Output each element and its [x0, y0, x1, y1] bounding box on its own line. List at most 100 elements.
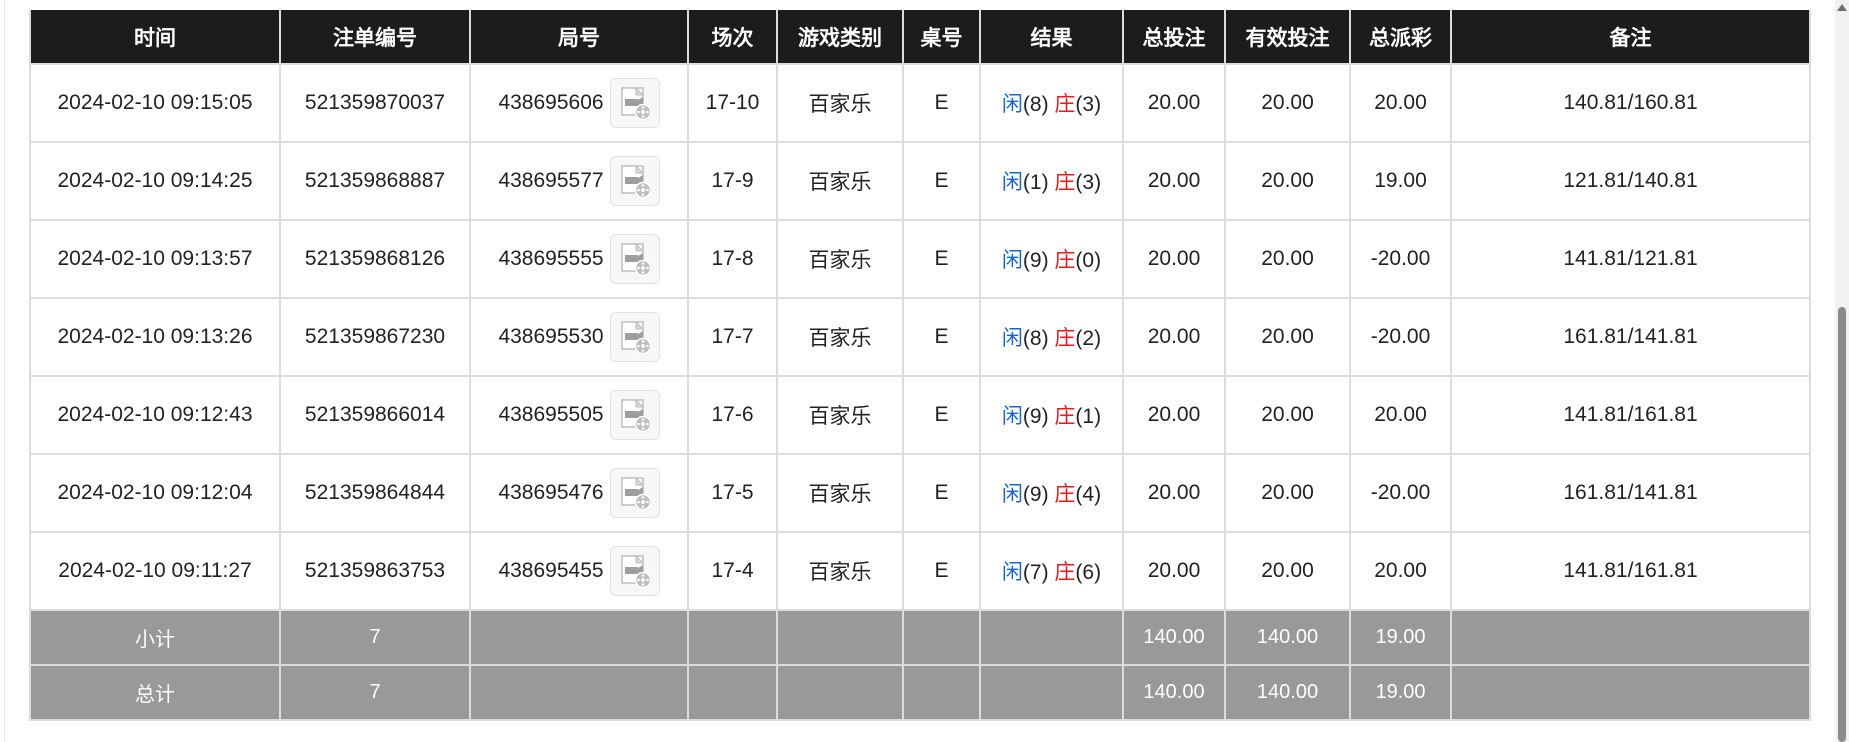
summary-empty-cell — [469, 664, 689, 721]
video-replay-icon[interactable] — [609, 468, 660, 518]
banker-label: 庄 — [1054, 170, 1076, 194]
valid-bet: 20.00 — [1224, 297, 1351, 377]
bet-time: 2024-02-10 09:12:04 — [29, 453, 281, 533]
total-bet: 20.00 — [1122, 453, 1226, 533]
result-cell: 闲(9) 庄(4) — [979, 453, 1124, 533]
player-score: (8) — [1022, 327, 1049, 350]
grand-total-count: 7 — [279, 664, 471, 721]
table-row: 2024-02-10 09:12:43 521359866014 438695505… — [29, 375, 1811, 455]
valid-bet: 20.00 — [1224, 63, 1351, 143]
header-game-type: 游戏类别 — [776, 10, 904, 65]
bet-id: 521359863753 — [279, 531, 471, 611]
total-bet: 20.00 — [1122, 63, 1226, 143]
video-replay-icon[interactable] — [609, 156, 660, 206]
player-score: (9) — [1022, 483, 1049, 506]
round-number: 438695530 — [498, 325, 604, 348]
table-no: E — [902, 219, 981, 299]
total-bet: 20.00 — [1122, 297, 1226, 377]
summary-empty-cell — [776, 609, 904, 666]
bet-id: 521359870037 — [279, 63, 471, 143]
summary-empty-cell — [1450, 664, 1811, 721]
header-note: 备注 — [1450, 10, 1811, 65]
payout: -20.00 — [1349, 297, 1452, 377]
bet-id: 521359868126 — [279, 219, 471, 299]
result-cell: 闲(8) 庄(3) — [979, 63, 1124, 143]
video-replay-icon[interactable] — [609, 312, 660, 362]
subtotal-payout: 19.00 — [1349, 609, 1452, 666]
bet-id: 521359864844 — [279, 453, 471, 533]
round-cell: 438695505 — [469, 375, 689, 455]
session-no: 17-4 — [687, 531, 778, 611]
player-label: 闲 — [1001, 404, 1023, 428]
round-number: 438695606 — [498, 91, 604, 114]
player-score: (8) — [1022, 93, 1049, 116]
bet-records-table: 时间 注单编号 局号 场次 游戏类别 桌号 结果 总投注 有效投注 总派彩 备注… — [29, 10, 1811, 721]
note: 141.81/121.81 — [1450, 219, 1811, 299]
valid-bet: 20.00 — [1224, 531, 1351, 611]
player-label: 闲 — [1001, 92, 1023, 116]
player-label: 闲 — [1001, 248, 1023, 272]
round-number: 438695476 — [498, 481, 604, 504]
header-round-no: 局号 — [469, 10, 689, 65]
round-cell: 438695476 — [469, 453, 689, 533]
video-replay-icon[interactable] — [609, 546, 660, 596]
banker-label: 庄 — [1054, 326, 1076, 350]
player-label: 闲 — [1001, 326, 1023, 350]
payout: 20.00 — [1349, 531, 1452, 611]
summary-empty-cell — [1450, 609, 1811, 666]
scroll-up-arrow-icon[interactable] — [1835, 2, 1849, 12]
summary-empty-cell — [687, 664, 778, 721]
bet-time: 2024-02-10 09:15:05 — [29, 63, 281, 143]
video-replay-icon[interactable] — [609, 234, 660, 284]
round-cell-content: 438695455 — [472, 546, 686, 596]
round-number: 438695577 — [498, 169, 604, 192]
table-header: 时间 注单编号 局号 场次 游戏类别 桌号 结果 总投注 有效投注 总派彩 备注 — [29, 10, 1811, 65]
table-summary: 小计 7 140.00 140.00 19.00 总计 7 140.00 140… — [29, 609, 1811, 721]
banker-score: (3) — [1075, 171, 1102, 194]
valid-bet: 20.00 — [1224, 141, 1351, 221]
table-no: E — [902, 375, 981, 455]
left-border — [4, 0, 5, 742]
round-cell: 438695606 — [469, 63, 689, 143]
game-type: 百家乐 — [776, 453, 904, 533]
note: 141.81/161.81 — [1450, 375, 1811, 455]
game-type: 百家乐 — [776, 297, 904, 377]
video-replay-icon[interactable] — [609, 78, 660, 128]
valid-bet: 20.00 — [1224, 219, 1351, 299]
bet-records-table-container: 时间 注单编号 局号 场次 游戏类别 桌号 结果 总投注 有效投注 总派彩 备注… — [29, 10, 1811, 721]
valid-bet: 20.00 — [1224, 375, 1351, 455]
result-cell: 闲(9) 庄(1) — [979, 375, 1124, 455]
header-result: 结果 — [979, 10, 1124, 65]
bet-id: 521359868887 — [279, 141, 471, 221]
game-type: 百家乐 — [776, 375, 904, 455]
bet-id: 521359866014 — [279, 375, 471, 455]
summary-empty-cell — [687, 609, 778, 666]
result-cell: 闲(7) 庄(6) — [979, 531, 1124, 611]
total-bet: 20.00 — [1122, 531, 1226, 611]
vertical-scrollbar[interactable] — [1835, 0, 1849, 742]
total-bet: 20.00 — [1122, 375, 1226, 455]
header-total-bet: 总投注 — [1122, 10, 1226, 65]
table-row: 2024-02-10 09:15:05 521359870037 438695606… — [29, 63, 1811, 143]
summary-empty-cell — [979, 609, 1124, 666]
note: 140.81/160.81 — [1450, 63, 1811, 143]
video-replay-icon[interactable] — [609, 390, 660, 440]
session-no: 17-5 — [687, 453, 778, 533]
bet-time: 2024-02-10 09:13:26 — [29, 297, 281, 377]
round-number: 438695455 — [498, 559, 604, 582]
payout: -20.00 — [1349, 219, 1452, 299]
payout: -20.00 — [1349, 453, 1452, 533]
bet-time: 2024-02-10 09:12:43 — [29, 375, 281, 455]
header-row: 时间 注单编号 局号 场次 游戏类别 桌号 结果 总投注 有效投注 总派彩 备注 — [29, 10, 1811, 65]
table-no: E — [902, 63, 981, 143]
table-body: 2024-02-10 09:15:05 521359870037 438695606… — [29, 63, 1811, 611]
summary-empty-cell — [902, 609, 981, 666]
player-score: (9) — [1022, 249, 1049, 272]
subtotal-valid-bet: 140.00 — [1224, 609, 1351, 666]
game-type: 百家乐 — [776, 219, 904, 299]
round-cell: 438695455 — [469, 531, 689, 611]
session-no: 17-7 — [687, 297, 778, 377]
subtotal-label: 小计 — [29, 609, 281, 666]
session-no: 17-9 — [687, 141, 778, 221]
scrollbar-thumb[interactable] — [1838, 307, 1846, 742]
